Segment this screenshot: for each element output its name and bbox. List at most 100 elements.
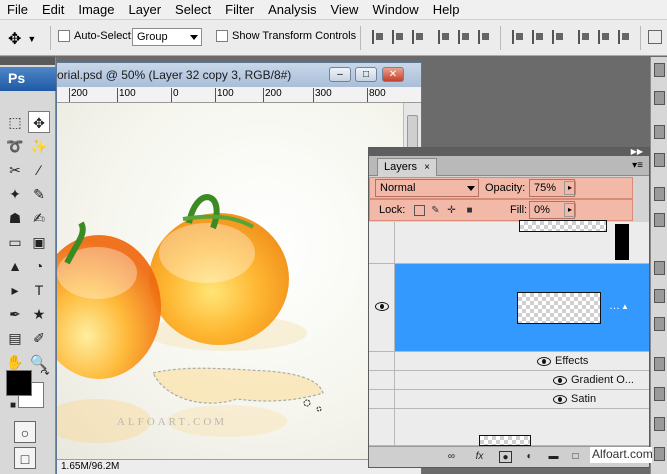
panel-icon[interactable] [654, 289, 665, 303]
align-top-icon[interactable] [372, 30, 386, 44]
eye-icon[interactable] [537, 357, 551, 366]
image-canvas[interactable]: ALFOART.COM [57, 103, 403, 459]
close-button[interactable]: ✕ [382, 67, 404, 82]
brush-tool-icon[interactable]: ✎ [28, 183, 50, 205]
visibility-cell[interactable] [369, 409, 395, 445]
distribute-left-icon[interactable] [578, 30, 592, 44]
menu-help[interactable]: Help [426, 0, 467, 20]
panel-icon[interactable] [654, 125, 665, 139]
auto-select-dropdown[interactable]: Group [132, 28, 202, 46]
panel-icon[interactable] [654, 357, 665, 371]
path-selection-icon[interactable]: ▸ [4, 279, 26, 301]
effect-satin-row[interactable]: Satin [369, 390, 649, 409]
visibility-cell[interactable] [369, 352, 395, 370]
gradient-tool-icon[interactable]: ▣ [28, 231, 50, 253]
lock-brush-icon[interactable]: ✎ [430, 205, 441, 216]
effects-row[interactable]: Effects [369, 352, 649, 371]
foreground-color-swatch[interactable] [6, 370, 32, 396]
menu-edit[interactable]: Edit [35, 0, 71, 20]
notes-tool-icon[interactable]: ▤ [4, 327, 26, 349]
panel-icon[interactable] [654, 261, 665, 275]
panel-icon[interactable] [654, 317, 665, 331]
checkbox-box[interactable] [58, 30, 70, 42]
panel-icon[interactable] [654, 417, 665, 431]
pen-tool-icon[interactable]: ✒ [4, 303, 26, 325]
close-icon[interactable]: × [424, 162, 430, 173]
crop-tool-icon[interactable]: ✂ [4, 159, 26, 181]
slice-tool-icon[interactable]: ∕ [28, 159, 50, 181]
link-layers-icon[interactable]: ∞ [445, 451, 458, 463]
screen-mode-icon[interactable]: □ [14, 447, 36, 469]
panel-menu-icon[interactable]: ▾≡ [632, 160, 643, 171]
new-layer-icon[interactable]: □ [569, 451, 582, 463]
distribute-hcenter-icon[interactable] [598, 30, 612, 44]
panel-dock-bar[interactable]: ▶▶ [369, 147, 649, 156]
effect-gradient-overlay-row[interactable]: Gradient O... [369, 371, 649, 390]
panel-icon[interactable] [654, 91, 665, 105]
menu-filter[interactable]: Filter [218, 0, 261, 20]
shape-tool-icon[interactable]: ★ [28, 303, 50, 325]
distribute-bottom-icon[interactable] [552, 30, 566, 44]
add-mask-icon[interactable]: ● [499, 451, 512, 463]
maximize-button[interactable]: □ [355, 67, 377, 82]
visibility-cell[interactable] [369, 222, 395, 263]
menu-view[interactable]: View [323, 0, 365, 20]
blur-tool-icon[interactable]: ▲ [4, 255, 26, 277]
lasso-tool-icon[interactable]: ➰ [4, 135, 26, 157]
align-hcenter-icon[interactable] [458, 30, 472, 44]
visibility-cell[interactable] [369, 264, 395, 351]
distribute-vcenter-icon[interactable] [532, 30, 546, 44]
fx-icon[interactable]: fx [473, 451, 486, 463]
lock-all-icon[interactable]: ■ [464, 205, 475, 216]
eyedropper-icon[interactable]: ✐ [28, 327, 50, 349]
panel-icon[interactable] [654, 447, 665, 461]
eye-icon[interactable] [375, 302, 389, 311]
distribute-right-icon[interactable] [618, 30, 632, 44]
dodge-tool-icon[interactable]: ◔ [28, 255, 50, 277]
show-transform-checkbox[interactable]: Show Transform Controls [216, 30, 356, 42]
checkbox-box[interactable] [216, 30, 228, 42]
lock-transparency-icon[interactable] [414, 205, 425, 216]
menu-image[interactable]: Image [71, 0, 121, 20]
history-brush-icon[interactable]: ✍ [28, 207, 50, 229]
new-group-icon[interactable]: ▬ [547, 451, 560, 463]
magic-wand-icon[interactable]: ✨ [28, 135, 50, 157]
panel-icon[interactable] [654, 153, 665, 167]
eye-icon[interactable] [553, 395, 567, 404]
adjustment-layer-icon[interactable]: ◐ [523, 451, 536, 463]
menu-layer[interactable]: Layer [122, 0, 169, 20]
align-right-icon[interactable] [478, 30, 492, 44]
menu-window[interactable]: Window [365, 0, 425, 20]
layer-row-selected[interactable]: … ▲ [369, 264, 649, 352]
opacity-slider-button[interactable]: ▸ [564, 181, 576, 195]
eye-icon[interactable] [553, 376, 567, 385]
menu-select[interactable]: Select [168, 0, 218, 20]
eraser-tool-icon[interactable]: ▭ [4, 231, 26, 253]
type-tool-icon[interactable]: T [28, 279, 50, 301]
align-left-icon[interactable] [438, 30, 452, 44]
tab-layers[interactable]: Layers × [377, 158, 437, 176]
menu-analysis[interactable]: Analysis [261, 0, 323, 20]
quick-mask-icon[interactable]: ○ [14, 421, 36, 443]
align-bottom-icon[interactable] [412, 30, 426, 44]
expand-effects-icon[interactable]: ▲ [621, 302, 629, 311]
visibility-cell[interactable] [369, 390, 395, 408]
layer-row[interactable] [369, 409, 649, 446]
panel-icon[interactable] [654, 63, 665, 77]
collapse-icon[interactable]: ▶▶ [631, 147, 643, 156]
default-colors-icon[interactable]: ■ [2, 395, 24, 417]
swap-colors-icon[interactable]: ↷ [34, 363, 56, 385]
visibility-cell[interactable] [369, 371, 395, 389]
layer-row[interactable] [369, 220, 649, 264]
move-tool-icon[interactable]: ✥ [28, 111, 50, 133]
clone-stamp-icon[interactable]: ☗ [4, 207, 26, 229]
panel-icon[interactable] [654, 187, 665, 201]
panel-icon[interactable] [654, 387, 665, 401]
toolbox-grip[interactable] [0, 57, 55, 65]
align-vcenter-icon[interactable] [392, 30, 406, 44]
tool-preset-picker[interactable]: ✥ ▼ [8, 29, 36, 49]
auto-select-checkbox[interactable]: Auto-Select: [58, 30, 134, 42]
fill-slider-button[interactable]: ▸ [564, 203, 576, 217]
distribute-top-icon[interactable] [512, 30, 526, 44]
healing-brush-icon[interactable]: ✦ [4, 183, 26, 205]
